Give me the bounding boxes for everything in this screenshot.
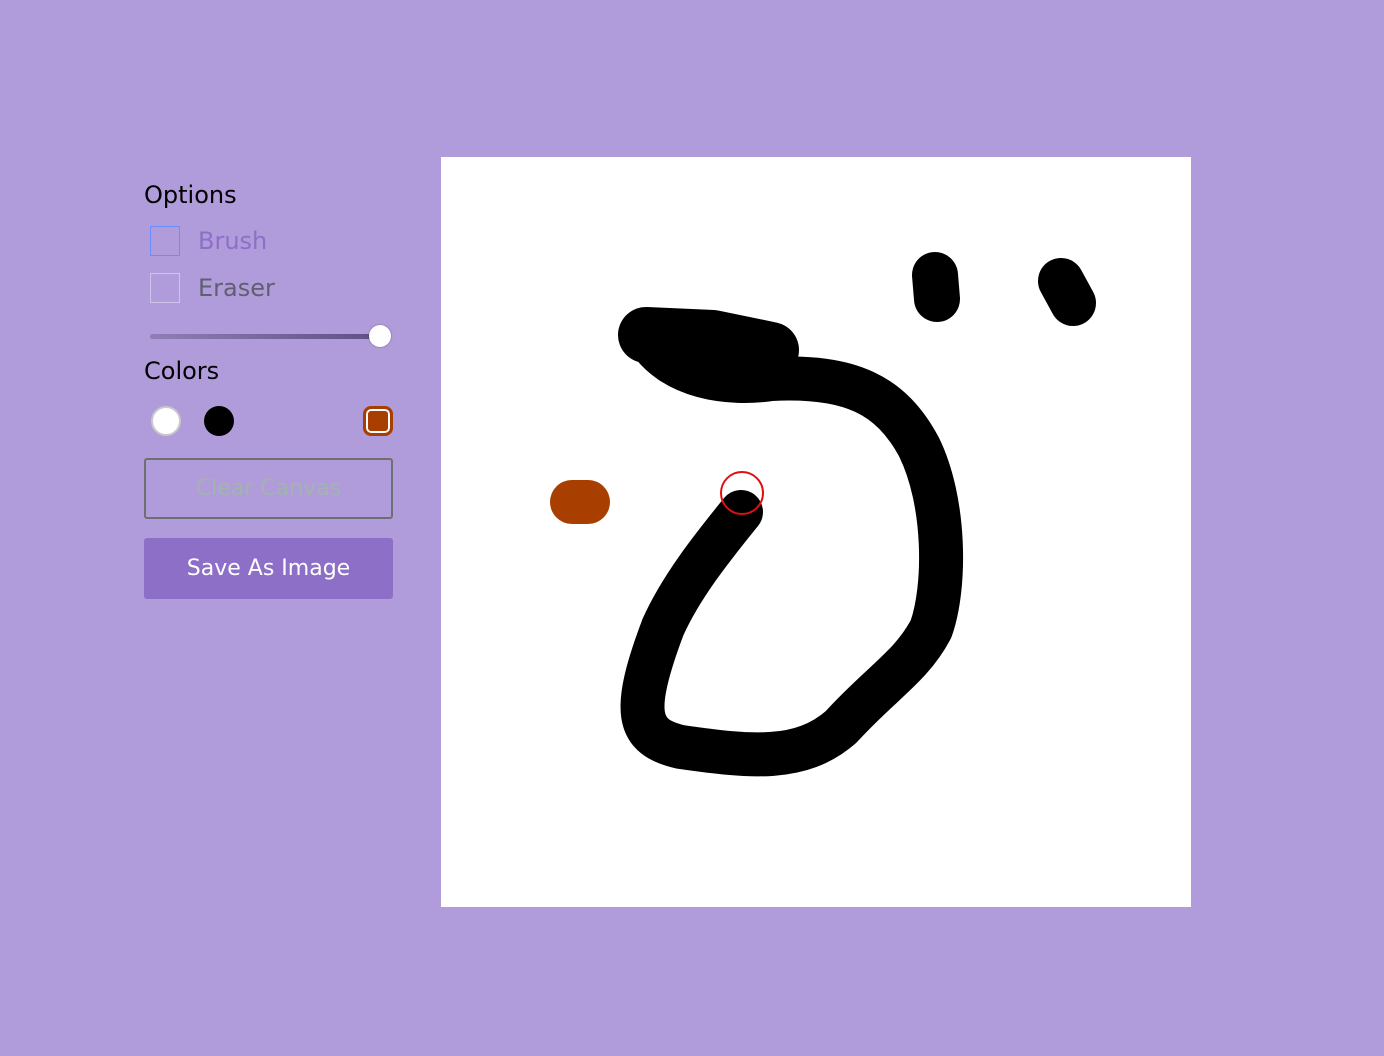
canvas-drawing: [550, 252, 1096, 777]
brush-size-slider-track[interactable]: [150, 334, 382, 339]
color-swatch-white[interactable]: [151, 406, 181, 436]
brush-option[interactable]: Brush: [150, 225, 267, 257]
color-swatch-rust[interactable]: [363, 406, 393, 436]
eraser-label: Eraser: [198, 274, 275, 302]
drawing-canvas[interactable]: [441, 157, 1191, 907]
brush-label: Brush: [198, 227, 268, 255]
black-brush-stroke-main: [620, 313, 964, 777]
options-heading: Options: [144, 181, 237, 209]
colors-heading: Colors: [144, 357, 220, 385]
black-brush-stroke-left-dot: [912, 252, 960, 322]
brush-checkbox[interactable]: [150, 226, 180, 256]
brush-size-slider-thumb[interactable]: [369, 325, 391, 347]
eraser-checkbox[interactable]: [150, 273, 180, 303]
clear-canvas-button[interactable]: Clear Canvas: [144, 458, 393, 519]
black-brush-stroke-right-dot: [1038, 258, 1096, 326]
eraser-option[interactable]: Eraser: [150, 272, 275, 304]
save-as-image-button[interactable]: Save As Image: [144, 538, 393, 599]
color-swatch-black[interactable]: [204, 406, 234, 436]
